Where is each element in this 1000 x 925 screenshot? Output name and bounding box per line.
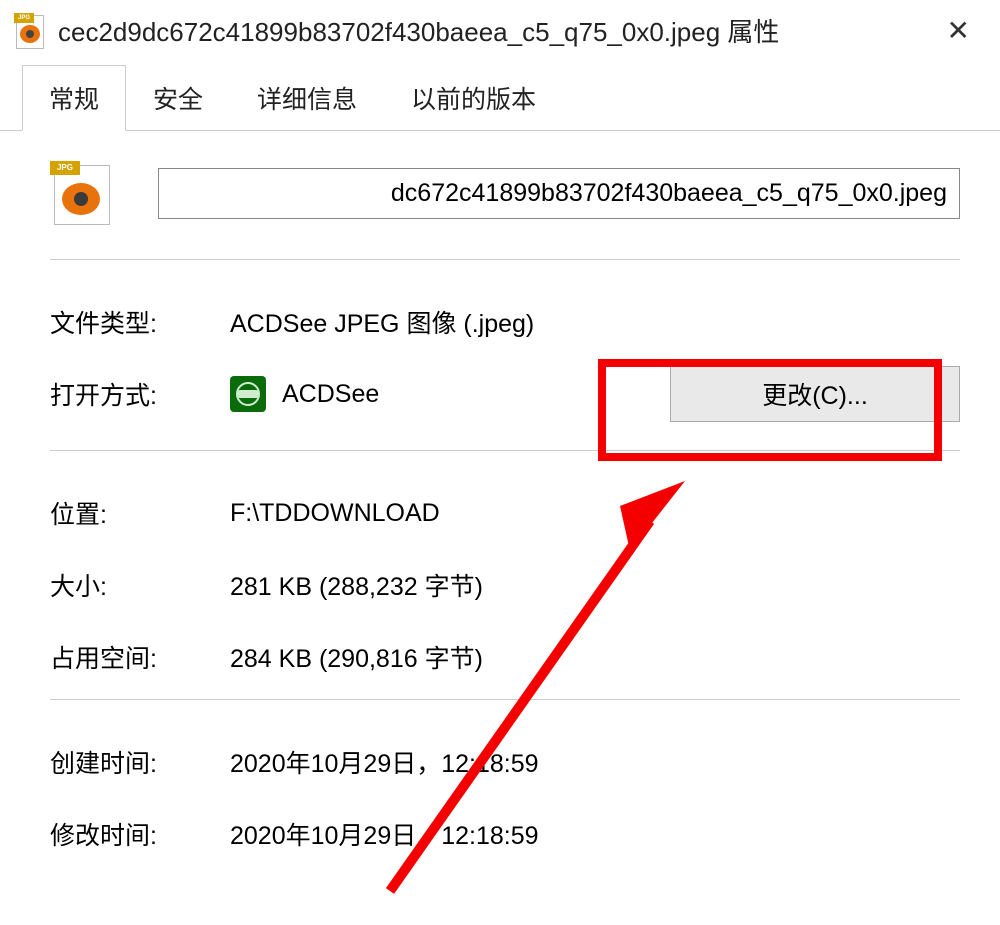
size-label: 大小: xyxy=(50,567,230,603)
location-label: 位置: xyxy=(50,495,230,531)
created-value: 2020年10月29日，12:18:59 xyxy=(230,744,960,780)
size-on-disk-label: 占用空间: xyxy=(50,639,230,675)
filename-input[interactable]: dc672c41899b83702f430baeea_c5_q75_0x0.jp… xyxy=(158,168,960,219)
open-with-value: ACDSee xyxy=(282,380,379,409)
titlebar: JPG cec2d9dc672c41899b83702f430baeea_c5_… xyxy=(0,0,1000,65)
divider xyxy=(50,450,960,451)
jpeg-file-icon: JPG xyxy=(14,13,46,49)
size-on-disk-value: 284 KB (290,816 字节) xyxy=(230,639,960,675)
file-type-label: 文件类型: xyxy=(50,304,230,340)
location-value: F:\TDDOWNLOAD xyxy=(230,499,960,528)
created-label: 创建时间: xyxy=(50,744,230,780)
change-button[interactable]: 更改(C)... xyxy=(670,366,960,422)
close-icon[interactable]: ✕ xyxy=(935,14,982,47)
tab-details[interactable]: 详细信息 xyxy=(230,65,384,130)
divider xyxy=(50,259,960,260)
tab-bar: 常规 安全 详细信息 以前的版本 xyxy=(0,65,1000,131)
modified-label: 修改时间: xyxy=(50,816,230,852)
jpeg-file-icon: JPG xyxy=(50,161,114,225)
tab-content-general: JPG dc672c41899b83702f430baeea_c5_q75_0x… xyxy=(0,131,1000,870)
divider xyxy=(50,699,960,700)
window-title: cec2d9dc672c41899b83702f430baeea_c5_q75_… xyxy=(58,12,923,49)
tab-general[interactable]: 常规 xyxy=(22,65,126,131)
size-value: 281 KB (288,232 字节) xyxy=(230,567,960,603)
file-type-value: ACDSee JPEG 图像 (.jpeg) xyxy=(230,304,960,340)
tab-previous-versions[interactable]: 以前的版本 xyxy=(384,65,563,130)
acdsee-app-icon xyxy=(230,376,266,412)
tab-security[interactable]: 安全 xyxy=(126,65,230,130)
modified-value: 2020年10月29日，12:18:59 xyxy=(230,816,960,852)
open-with-label: 打开方式: xyxy=(50,376,230,412)
